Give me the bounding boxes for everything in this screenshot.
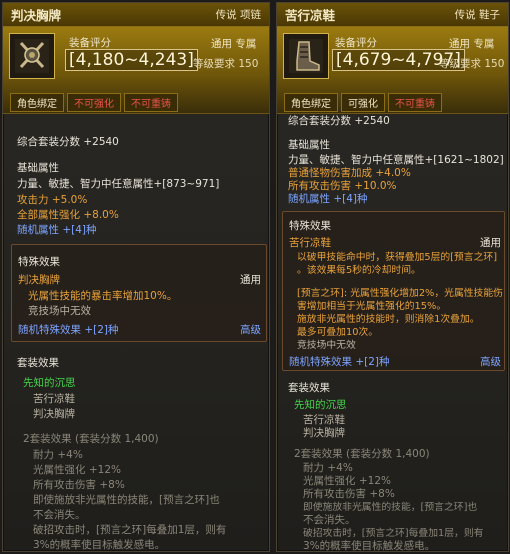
set-item: 判决胸牌 (33, 408, 75, 420)
set-bonus-line: 破招攻击时，[预言之环]每叠加1层，则有 (33, 524, 227, 536)
item-title: 苦行凉鞋 (285, 8, 336, 23)
set-bonus-line: 耐力 +4% (33, 449, 83, 461)
score-value: [4,180~4,243] (65, 49, 198, 71)
set-bonus-header: 2套装效果 (套装分数 1,400) (23, 433, 159, 445)
special-effect-usage: 通用 (480, 237, 501, 249)
set-points: 综合套装分数 +2540 (17, 136, 119, 148)
special-effect-header: 特殊效果 (289, 220, 331, 232)
tag-character-bound: 角色绑定 (10, 93, 64, 112)
attack-stat: 攻击力 +5.0% (17, 194, 88, 206)
necklace-icon (9, 33, 55, 79)
set-bonus-line: 破招攻击时，[预言之环]每叠加1层，则有 (303, 528, 484, 539)
boots-icon (283, 33, 329, 79)
set-points: 综合套装分数 +2540 (288, 115, 390, 127)
random-attributes: 随机属性 +[4]种 (17, 224, 97, 236)
special-effect-line: 光属性技能的暴击率增加10%。 (28, 290, 178, 302)
base-stat: 力量、敏捷、智力中任意属性+[873~971] (17, 178, 220, 190)
item-header: 装备评分 [4,180~4,243] 通用 专属 等级要求 150 角色绑定 不… (3, 27, 269, 114)
special-effect-line: 施放非光属性的技能时，则消除1次叠加。 (297, 314, 480, 325)
set-effect-header: 套装效果 (288, 382, 330, 394)
tag-no-reforge: 不可重铸 (124, 93, 178, 112)
grade-label: 高级 (240, 324, 261, 336)
item-title: 判决胸牌 (11, 8, 62, 23)
score-label: 装备评分 (335, 37, 377, 49)
item-tags: 角色绑定 不可强化 不可重铸 (10, 93, 178, 112)
set-name: 先知的沉思 (23, 377, 76, 389)
base-stats-header: 基础属性 (17, 162, 59, 174)
special-effect-line: 竞技场中无效 (28, 305, 91, 317)
special-effect-line: 以破甲技能命中时，获得叠加5层的[预言之环] (297, 252, 498, 263)
title-bar: 判决胸牌 传说 项链 (3, 3, 269, 27)
special-effect-line: 。该效果每5秒的冷却时间。 (297, 265, 421, 276)
set-bonus-line: 光属性强化 +12% (33, 464, 121, 476)
usage-label: 通用 专属 (211, 38, 257, 50)
special-effect-usage: 通用 (240, 274, 261, 286)
set-name: 先知的沉思 (294, 399, 347, 411)
item-rarity-slot: 传说 鞋子 (454, 9, 500, 21)
random-special-effects: 随机特殊效果 +[2]种 (289, 356, 390, 368)
item-tooltip-right: 苦行凉鞋 传说 鞋子 装备评分 [4,679~4,797] 通用 专属 等级要求… (276, 2, 509, 552)
special-effect-line: [预言之环]: 光属性强化增加2%，光属性技能伤 (297, 288, 503, 299)
set-bonus-line: 不会消失。 (33, 509, 86, 521)
set-item: 苦行凉鞋 (33, 393, 75, 405)
random-attributes: 随机属性 +[4]种 (288, 193, 368, 205)
tag-enhanceable: 可强化 (341, 93, 385, 112)
title-bar: 苦行凉鞋 传说 鞋子 (277, 3, 508, 27)
set-bonus-line: 即使施放非光属性的技能，[预言之环]也 (303, 502, 478, 513)
score-label: 装备评分 (69, 37, 111, 49)
set-bonus-line: 所有攻击伤害 +8% (33, 479, 125, 491)
special-effect-header: 特殊效果 (18, 256, 60, 268)
tag-character-bound: 角色绑定 (284, 93, 338, 112)
grade-label: 高级 (480, 356, 501, 368)
random-special-effects: 随机特殊效果 +[2]种 (18, 324, 119, 336)
set-bonus-header: 2套装效果 (套装分数 1,400) (294, 448, 430, 460)
base-stats-header: 基础属性 (288, 139, 330, 151)
usage-label: 通用 专属 (449, 38, 495, 50)
special-effect-box: 特殊效果 判决胸牌 通用 光属性技能的暴击率增加10%。 竞技场中无效 随机特殊… (11, 244, 267, 342)
tag-no-enhance: 不可强化 (67, 93, 121, 112)
level-requirement: 等级要求 150 (193, 58, 259, 70)
item-tooltip-left: 判决胸牌 传说 项链 装备评分 [4,180~4,243] 通用 专属 等级要求… (2, 2, 270, 552)
set-effect-header: 套装效果 (17, 357, 59, 369)
set-bonus-line: 3%的概率使目标触发感电。 (303, 540, 436, 552)
set-bonus-line: 3%的概率使目标触发感电。 (33, 539, 166, 551)
item-tags: 角色绑定 可强化 不可重铸 (284, 93, 442, 112)
set-bonus-line: 即使施放非光属性的技能，[预言之环]也 (33, 494, 220, 506)
special-effect-line: 最多可叠加10次。 (297, 327, 379, 338)
item-header: 装备评分 [4,679~4,797] 通用 专属 等级要求 150 角色绑定 可… (277, 27, 508, 114)
level-requirement: 等级要求 150 (439, 58, 505, 70)
all-attr-stat: 全部属性强化 +8.0% (17, 209, 119, 221)
set-item: 判决胸牌 (303, 427, 345, 439)
special-effect-name: 判决胸牌 (18, 274, 60, 286)
special-effect-line: 害增加相当于光属性强化的15%。 (297, 301, 447, 312)
special-effect-name: 苦行凉鞋 (289, 237, 331, 249)
special-effect-line: 竞技场中无效 (297, 340, 356, 351)
special-effect-box: 特殊效果 苦行凉鞋 通用 以破甲技能命中时，获得叠加5层的[预言之环] 。该效果… (282, 211, 505, 371)
tag-no-reforge: 不可重铸 (388, 93, 442, 112)
item-rarity-slot: 传说 项链 (215, 9, 261, 21)
